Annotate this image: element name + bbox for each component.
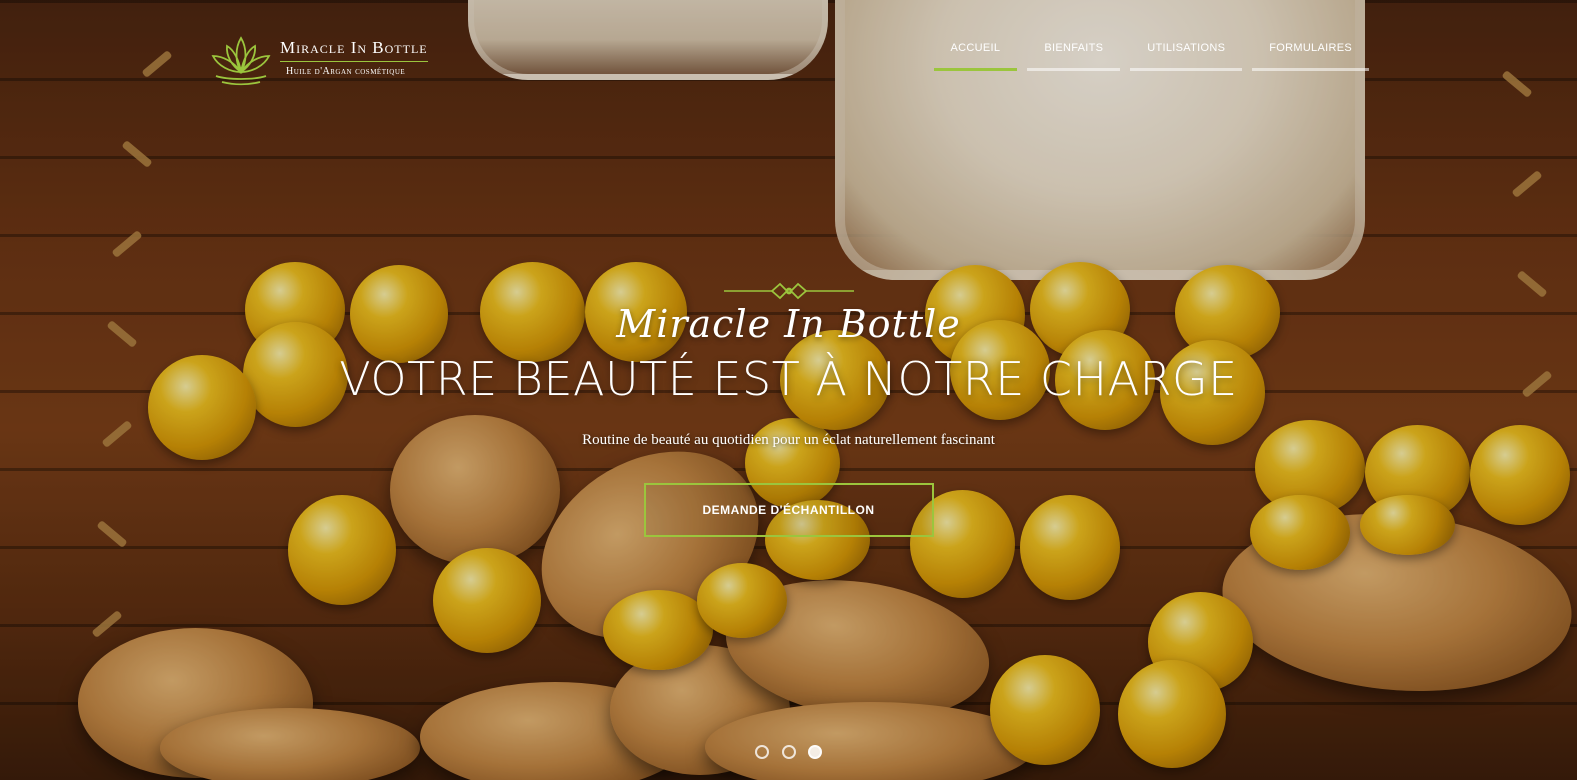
carousel-dot-3[interactable] <box>807 745 822 759</box>
lotus-icon <box>211 36 271 86</box>
request-sample-button[interactable]: Demande d'échantillon <box>643 483 934 537</box>
hero-content: Miracle In Bottle VOTRE BEAUTÉ EST À NOT… <box>0 282 1577 537</box>
nav-item-utilisations[interactable]: Utilisations <box>1130 42 1243 71</box>
brand-tagline: Huile d'Argan cosmétique <box>286 66 406 77</box>
carousel-dots <box>0 745 1577 764</box>
carousel-dot-2[interactable] <box>781 745 796 759</box>
nav-item-bienfaits[interactable]: Bienfaits <box>1027 42 1121 71</box>
brand-logo[interactable]: Miracle In Bottle Huile d'Argan cosmétiq… <box>208 32 428 88</box>
nav-item-formulaires[interactable]: Formulaires <box>1252 42 1369 71</box>
hero-title: VOTRE BEAUTÉ EST À NOTRE CHARGE <box>339 352 1238 406</box>
script-title: Miracle In Bottle <box>616 302 961 346</box>
brand-name: Miracle In Bottle <box>280 38 428 62</box>
main-nav: Accueil Bienfaits Utilisations Formulair… <box>924 42 1369 71</box>
knot-ornament-icon <box>723 282 854 300</box>
nav-item-accueil[interactable]: Accueil <box>933 42 1018 71</box>
hero-subtitle: Routine de beauté au quotidien pour un é… <box>582 432 995 448</box>
carousel-dot-1[interactable] <box>755 745 770 759</box>
